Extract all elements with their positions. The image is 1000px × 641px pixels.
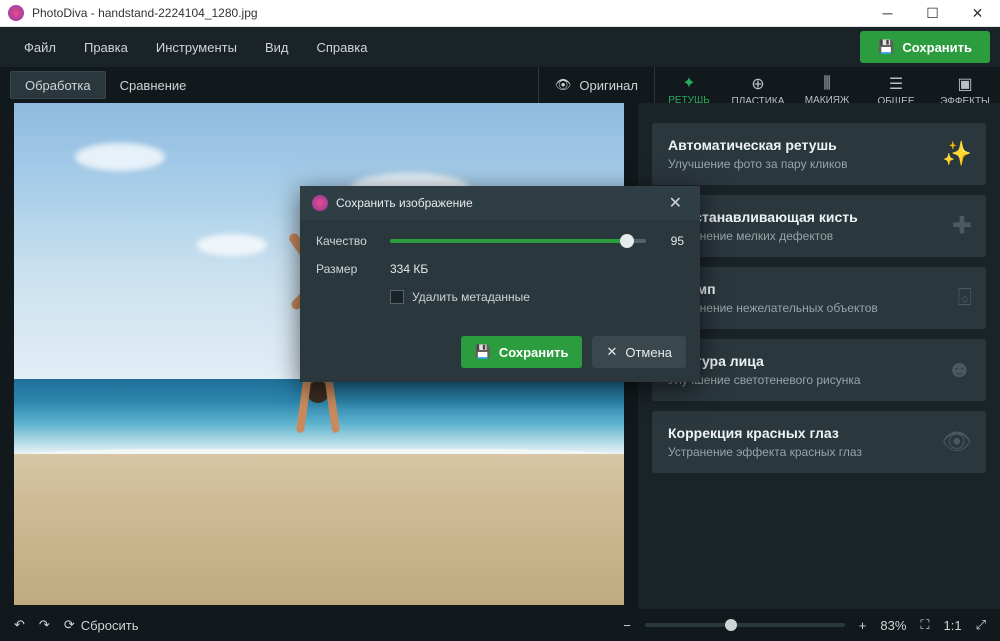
undo-button[interactable]: ↶ [14, 617, 25, 633]
save-image-dialog: Сохранить изображение ✕ Качество 95 Разм… [300, 186, 700, 382]
one-to-one-button[interactable]: 1:1 [944, 618, 962, 633]
close-icon: ✕ [606, 344, 617, 360]
effects-icon: ▣ [957, 74, 972, 94]
fullscreen-button[interactable]: ⤢ [976, 617, 986, 633]
window-titlebar: PhotoDiva - handstand-2224104_1280.jpg ─… [0, 0, 1000, 27]
maximize-button[interactable]: ☐ [910, 0, 955, 27]
save-icon: 💾 [878, 39, 894, 55]
brush-set-icon: ⫼ [823, 75, 830, 93]
panel-face-texture[interactable]: Фактура лица Улучшение светотеневого рис… [652, 339, 986, 401]
minimize-button[interactable]: ─ [865, 0, 910, 27]
menu-edit[interactable]: Правка [70, 32, 142, 63]
view-tabs-row: Обработка Сравнение 👁 Оригинал ✦ РЕТУШЬ … [0, 67, 1000, 103]
remove-metadata-label: Удалить метаданные [412, 290, 530, 304]
bottom-bar: ↶ ↷ ⟳ Сбросить − + 83% ⛶ 1:1 ⤢ [0, 609, 1000, 641]
quality-slider-thumb[interactable] [620, 234, 634, 248]
app-name: PhotoDiva [32, 6, 87, 20]
file-name: handstand-2224104_1280.jpg [98, 6, 257, 20]
tab-compare[interactable]: Сравнение [106, 67, 201, 103]
app-logo-icon [312, 195, 328, 211]
panel-auto-retouch[interactable]: Автоматическая ретушь Улучшение фото за … [652, 123, 986, 185]
menu-tools[interactable]: Инструменты [142, 32, 251, 63]
sparkle-icon: ✨ [942, 140, 972, 169]
menu-help[interactable]: Справка [302, 32, 381, 63]
save-icon: 💾 [475, 344, 491, 360]
quality-value: 95 [658, 234, 684, 248]
dialog-titlebar[interactable]: Сохранить изображение ✕ [300, 186, 700, 220]
sparkle-icon: ✦ [682, 73, 695, 93]
menubar: Файл Правка Инструменты Вид Справка 💾 Со… [0, 27, 1000, 67]
panel-healing-brush[interactable]: Восстанавливающая кисть Устранение мелки… [652, 195, 986, 257]
app-logo-icon [8, 5, 24, 21]
dialog-title: Сохранить изображение [336, 196, 663, 210]
dialog-close-button[interactable]: ✕ [663, 189, 688, 217]
remove-metadata-checkbox[interactable] [390, 290, 404, 304]
close-window-button[interactable]: ✕ [955, 0, 1000, 27]
circle-cross-icon: ⊕ [751, 74, 764, 94]
zoom-slider-thumb[interactable] [725, 619, 737, 631]
eye-icon: 👁 [555, 77, 572, 93]
zoom-out-button[interactable]: − [623, 618, 631, 633]
face-icon: ☻ [947, 356, 972, 384]
save-button[interactable]: 💾 Сохранить [860, 31, 990, 63]
stamp-icon: ⌺ [958, 284, 972, 312]
bandage-icon: ✚ [952, 212, 972, 241]
menu-file[interactable]: Файл [10, 32, 70, 63]
reset-button[interactable]: ⟳ Сбросить [64, 617, 139, 633]
zoom-value: 83% [880, 618, 906, 633]
size-label: Размер [316, 262, 390, 276]
quality-label: Качество [316, 234, 390, 248]
panel-red-eye[interactable]: Коррекция красных глаз Устранение эффект… [652, 411, 986, 473]
panel-stamp[interactable]: Штамп Устранение нежелательных объектов … [652, 267, 986, 329]
zoom-in-button[interactable]: + [859, 618, 867, 633]
reset-icon: ⟳ [64, 617, 75, 633]
zoom-slider[interactable] [645, 623, 845, 627]
size-value: 334 КБ [390, 262, 428, 276]
sliders-icon: ☰ [889, 74, 903, 94]
original-toggle[interactable]: 👁 Оригинал [538, 67, 655, 103]
window-title: PhotoDiva - handstand-2224104_1280.jpg [32, 6, 865, 20]
fit-to-screen-button[interactable]: ⛶ [920, 617, 929, 633]
redo-button[interactable]: ↷ [39, 617, 50, 633]
tab-edit[interactable]: Обработка [10, 71, 106, 99]
quality-slider[interactable] [390, 239, 646, 243]
dialog-save-button[interactable]: 💾 Сохранить [461, 336, 583, 368]
menu-view[interactable]: Вид [251, 32, 303, 63]
eye-icon: 👁 [942, 428, 972, 457]
dialog-cancel-button[interactable]: ✕ Отмена [592, 336, 686, 368]
